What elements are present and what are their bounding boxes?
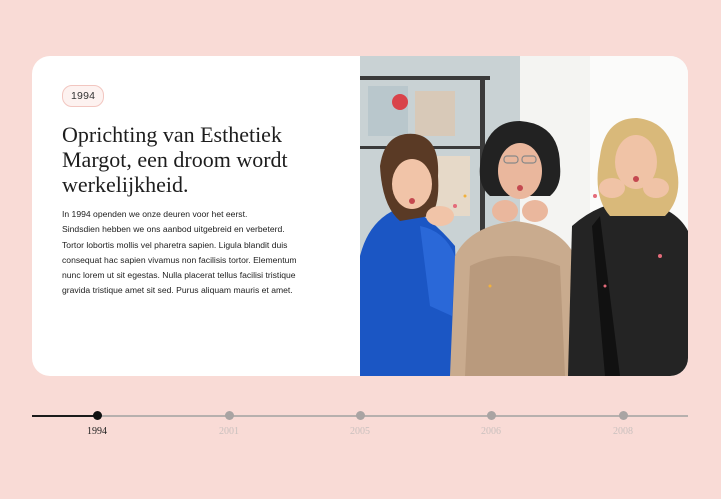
timeline-label-2006[interactable]: 2006: [461, 426, 521, 437]
description-line: Sindsdien hebben we ons aanbod uitgebrei…: [62, 224, 285, 235]
timeline-label-2008[interactable]: 2008: [593, 426, 653, 437]
milestone-card: 1994 Oprichting van Esthetiek Margot, ee…: [32, 56, 688, 376]
timeline-track-line: [97, 415, 688, 417]
timeline-label-1994[interactable]: 1994: [67, 426, 127, 437]
timeline-progress-line: [32, 415, 97, 417]
timeline-label-2005[interactable]: 2005: [330, 426, 390, 437]
timeline-dot-2001[interactable]: [224, 411, 234, 420]
timeline-dot-2008[interactable]: [618, 411, 628, 420]
description-line: consequat hac sapien vivamus non facilis…: [62, 254, 297, 265]
year-badge: 1994: [62, 85, 105, 107]
team-photo-illustration: [360, 56, 688, 376]
description-line: nunc lorem ut sit egestas. Nulla placera…: [62, 270, 296, 281]
timeline: 1994 2001 2005 2006 2008: [0, 400, 721, 450]
timeline-label-2001[interactable]: 2001: [199, 426, 259, 437]
milestone-text-column: 1994 Oprichting van Esthetiek Margot, ee…: [32, 56, 360, 376]
timeline-dot-2005[interactable]: [355, 411, 365, 420]
timeline-dot-2006[interactable]: [486, 411, 496, 420]
description-line: In 1994 openden we onze deuren voor het …: [62, 209, 248, 219]
timeline-dot-1994[interactable]: [92, 411, 102, 420]
milestone-description: In 1994 openden we onze deuren voor het …: [62, 207, 334, 299]
description-line: gravida tristique amet sit sed. Purus al…: [62, 285, 293, 296]
description-line: Tortor lobortis mollis vel pharetra sapi…: [62, 239, 288, 250]
milestone-photo: [360, 56, 688, 376]
milestone-title: Oprichting van Esthetiek Margot, een dro…: [62, 122, 288, 197]
